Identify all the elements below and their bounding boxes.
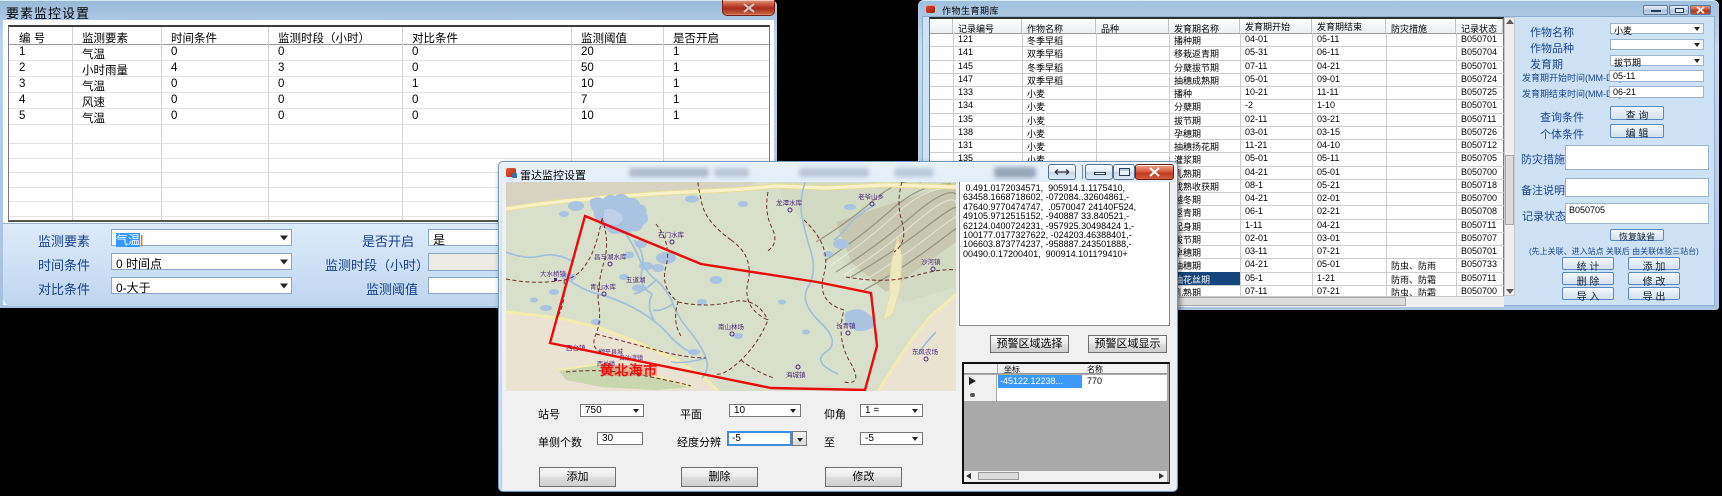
svg-text:老爷山乡: 老爷山乡 (858, 192, 884, 201)
svg-text:龙潭水库: 龙潭水库 (776, 198, 803, 207)
svg-text:海城镇: 海城镇 (786, 370, 806, 379)
svg-text:大水桥镇: 大水桥镇 (540, 269, 567, 278)
svg-text:东风农场: 东风农场 (912, 347, 939, 356)
svg-text:长青镇: 长青镇 (836, 321, 856, 330)
svg-text:昌马湖水库: 昌马湖水库 (594, 252, 627, 261)
svg-text:石门水库: 石门水库 (658, 230, 685, 239)
svg-text:青山水库: 青山水库 (590, 282, 617, 291)
svg-text:黄北海市: 黄北海市 (600, 362, 658, 378)
svg-text:南山林场: 南山林场 (718, 322, 745, 331)
svg-text:沙河镇: 沙河镇 (921, 257, 941, 266)
svg-text:五道湖: 五道湖 (626, 275, 646, 284)
